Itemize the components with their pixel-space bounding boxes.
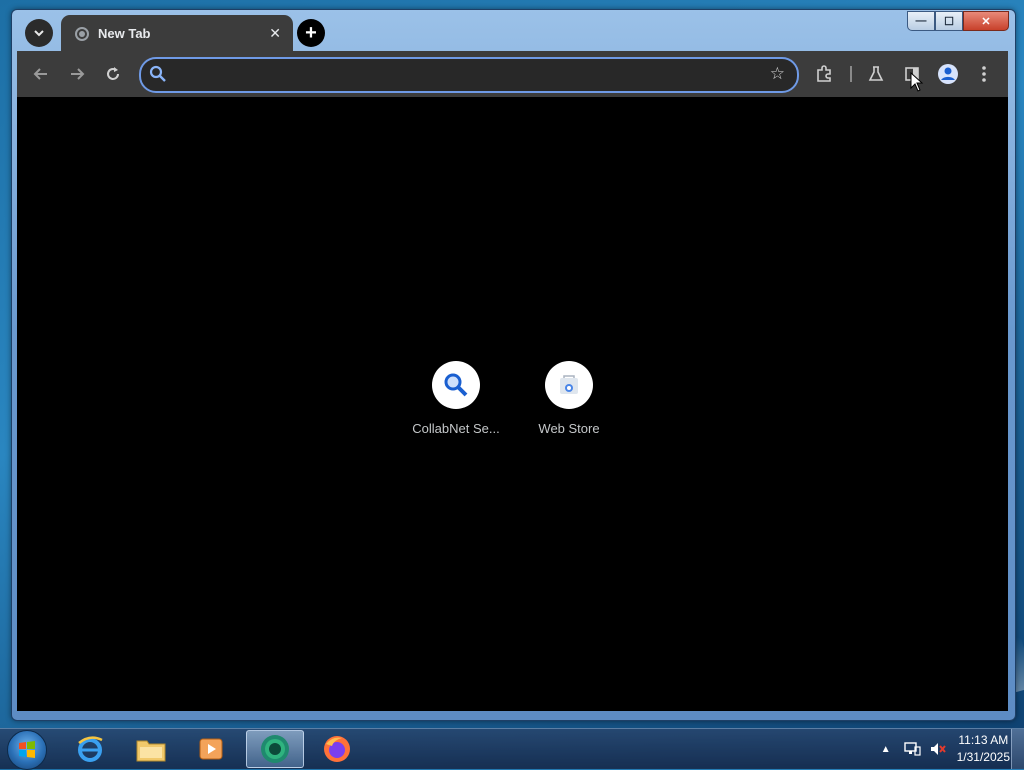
shortcut-collabnet[interactable]: CollabNet Se... <box>406 361 506 436</box>
address-bar[interactable]: ☆ <box>139 57 799 93</box>
volume-muted-icon[interactable] <box>929 741 947 757</box>
back-icon[interactable] <box>29 62 53 86</box>
show-hidden-icons-icon[interactable]: ▲ <box>881 744 891 755</box>
show-desktop-button[interactable] <box>1011 729 1024 769</box>
search-icon <box>149 65 167 88</box>
taskbar-file-explorer[interactable] <box>123 730 179 768</box>
extensions-icon[interactable] <box>812 62 836 86</box>
chrome-icon <box>261 735 289 763</box>
file-explorer-icon <box>136 740 166 762</box>
profile-icon[interactable] <box>936 62 960 86</box>
new-tab-button[interactable]: + <box>297 19 325 47</box>
system-tray: ▲ 11:13 AM 1/31/2025 <box>881 729 1010 769</box>
taskbar-chrome[interactable] <box>246 730 304 768</box>
shortcut-label: CollabNet Se... <box>412 421 500 436</box>
taskbar: ▲ 11:13 AM 1/31/2025 <box>0 728 1024 770</box>
tab-title: New Tab <box>98 26 151 41</box>
browser-window: — ☐ ✕ New Tab ✕ + ☆ CollabNet Se... Web … <box>11 9 1016 721</box>
tab-strip: New Tab ✕ + <box>17 14 1008 52</box>
network-icon[interactable] <box>903 741 921 757</box>
taskbar-clock[interactable]: 11:13 AM 1/31/2025 <box>957 732 1010 766</box>
taskbar-firefox[interactable] <box>309 730 365 768</box>
tab-new-tab[interactable]: New Tab ✕ <box>61 15 293 52</box>
address-input[interactable] <box>175 63 759 87</box>
clock-date: 1/31/2025 <box>956 750 1010 764</box>
bookmark-star-icon[interactable]: ☆ <box>770 64 785 84</box>
start-button[interactable] <box>7 730 47 770</box>
globe-icon <box>75 26 89 41</box>
chevron-down-icon <box>34 30 44 37</box>
internet-explorer-icon <box>78 736 103 762</box>
shortcut-label: Web Store <box>538 421 600 436</box>
toolbar-divider <box>850 66 852 82</box>
forward-icon[interactable] <box>65 62 89 86</box>
shortcut-web-store[interactable]: Web Store <box>519 361 619 436</box>
search-magnifier-icon <box>432 361 480 409</box>
clock-time: 11:13 AM <box>958 733 1009 747</box>
browser-toolbar: ☆ <box>17 51 1008 97</box>
new-tab-page: CollabNet Se... Web Store <box>17 97 1008 711</box>
taskbar-internet-explorer[interactable] <box>62 730 118 768</box>
menu-icon[interactable] <box>972 62 996 86</box>
mouse-cursor-icon <box>910 72 924 92</box>
windows-logo-icon <box>19 741 35 758</box>
taskbar-media-player[interactable] <box>183 730 239 768</box>
reload-icon[interactable] <box>101 62 125 86</box>
tab-close-button[interactable]: ✕ <box>269 25 281 42</box>
media-player-icon <box>199 738 223 760</box>
firefox-icon <box>324 736 350 762</box>
labs-flask-icon[interactable] <box>864 62 888 86</box>
tab-search-button[interactable] <box>25 19 53 47</box>
web-store-icon <box>545 361 593 409</box>
